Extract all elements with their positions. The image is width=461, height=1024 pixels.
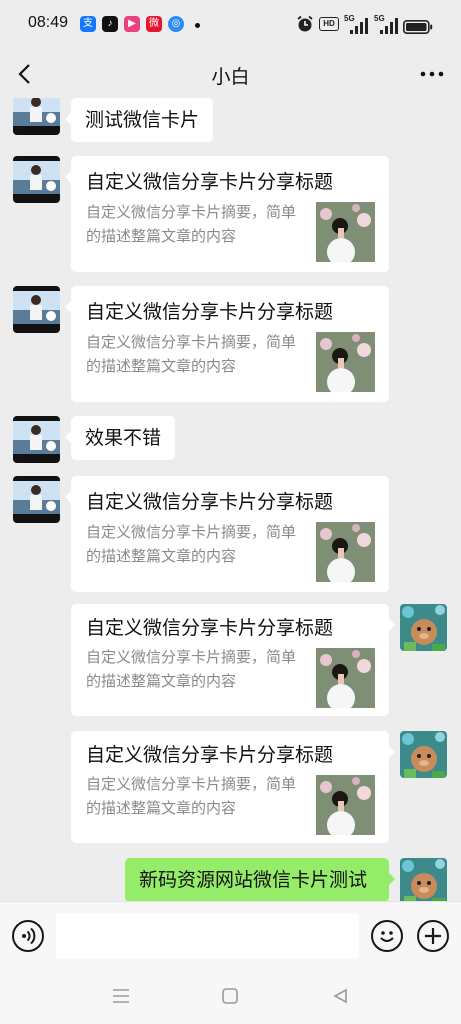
more-button[interactable] [417,58,447,90]
share-card[interactable]: 自定义微信分享卡片分享标题 自定义微信分享卡片摘要，简单的描述整篇文章的内容 [65,476,389,592]
battery-icon [403,20,433,34]
status-time: 08:49 [28,14,69,31]
home-square-icon [222,988,238,1004]
share-card[interactable]: 自定义微信分享卡片分享标题 自定义微信分享卡片摘要，简单的描述整篇文章的内容 [71,604,395,716]
system-navigation-bar [0,971,461,1024]
status-bar: 08:49 支 ♪ ▶ 微 ◎ HD 5G 5G [0,0,461,50]
emoji-icon [380,931,394,942]
more-functions-button[interactable] [417,920,449,952]
signal-icon-2 [380,18,398,34]
chat-header: 小白 [0,50,461,98]
card-title: 自定义微信分享卡片分享标题 [86,301,334,323]
voice-button[interactable] [12,920,44,952]
notification-dot-icon [195,23,200,28]
chat-title: 小白 [211,66,250,88]
message-input[interactable] [56,913,359,959]
contact-avatar[interactable] [13,286,60,333]
input-bar [0,901,461,971]
card-title: 自定义微信分享卡片分享标题 [86,744,334,766]
more-dots-icon [420,71,444,77]
contact-avatar[interactable] [13,98,60,135]
card-title: 自定义微信分享卡片分享标题 [86,491,334,513]
contact-avatar[interactable] [13,156,60,203]
alipay-icon: 支 [80,16,96,32]
signal-icon-1 [350,18,368,34]
card-description: 自定义微信分享卡片摘要，简单的描述整篇文章的内容 [86,333,297,375]
plus-icon [425,928,441,944]
card-description: 自定义微信分享卡片摘要，简单的描述整篇文章的内容 [86,523,297,565]
contact-avatar[interactable] [13,476,60,523]
share-card[interactable]: 自定义微信分享卡片分享标题 自定义微信分享卡片摘要，简单的描述整篇文章的内容 [71,731,395,843]
self-avatar[interactable] [400,604,447,651]
card-description: 自定义微信分享卡片摘要，简单的描述整篇文章的内容 [86,203,297,245]
video-app-icon: ▶ [124,16,140,32]
card-thumbnail [316,522,375,582]
card-title: 自定义微信分享卡片分享标题 [86,171,334,193]
voice-icon [22,927,36,945]
alarm-icon [297,15,313,32]
card-thumbnail [316,332,375,392]
text-bubble[interactable]: 效果不错 [64,416,176,460]
message-text: 测试微信卡片 [85,109,200,131]
browser-icon: ◎ [168,16,184,32]
card-title: 自定义微信分享卡片分享标题 [86,617,334,639]
card-description: 自定义微信分享卡片摘要，简单的描述整篇文章的内容 [86,775,297,817]
share-card[interactable]: 自定义微信分享卡片分享标题 自定义微信分享卡片摘要，简单的描述整篇文章的内容 [65,286,389,402]
card-thumbnail [316,775,375,835]
self-avatar[interactable] [400,731,447,778]
menu-nav-button[interactable] [110,985,132,1007]
hd-badge: HD [319,17,339,31]
back-triangle-icon [333,988,347,1004]
text-bubble[interactable]: 测试微信卡片 [64,98,214,142]
message-list[interactable]: 测试微信卡片 自定义微信分享卡片分享标题 自定义微信分享卡片摘要，简单的描述整篇… [0,98,461,901]
card-thumbnail [316,648,375,708]
message-text: 效果不错 [85,427,162,449]
contact-avatar[interactable] [13,416,60,463]
self-avatar[interactable] [400,858,447,901]
tiktok-icon: ♪ [102,16,118,32]
weibo-icon: 微 [146,16,162,32]
menu-icon [113,989,129,1003]
text-bubble-sent[interactable]: 新码资源网站微信卡片测试 [125,858,395,901]
card-thumbnail [316,202,375,262]
emoji-button[interactable] [371,920,403,952]
message-text: 新码资源网站微信卡片测试 [139,869,368,891]
back-nav-button[interactable] [329,985,351,1007]
share-card[interactable]: 自定义微信分享卡片分享标题 自定义微信分享卡片摘要，简单的描述整篇文章的内容 [65,156,389,272]
home-nav-button[interactable] [219,985,241,1007]
card-description: 自定义微信分享卡片摘要，简单的描述整篇文章的内容 [86,648,297,690]
